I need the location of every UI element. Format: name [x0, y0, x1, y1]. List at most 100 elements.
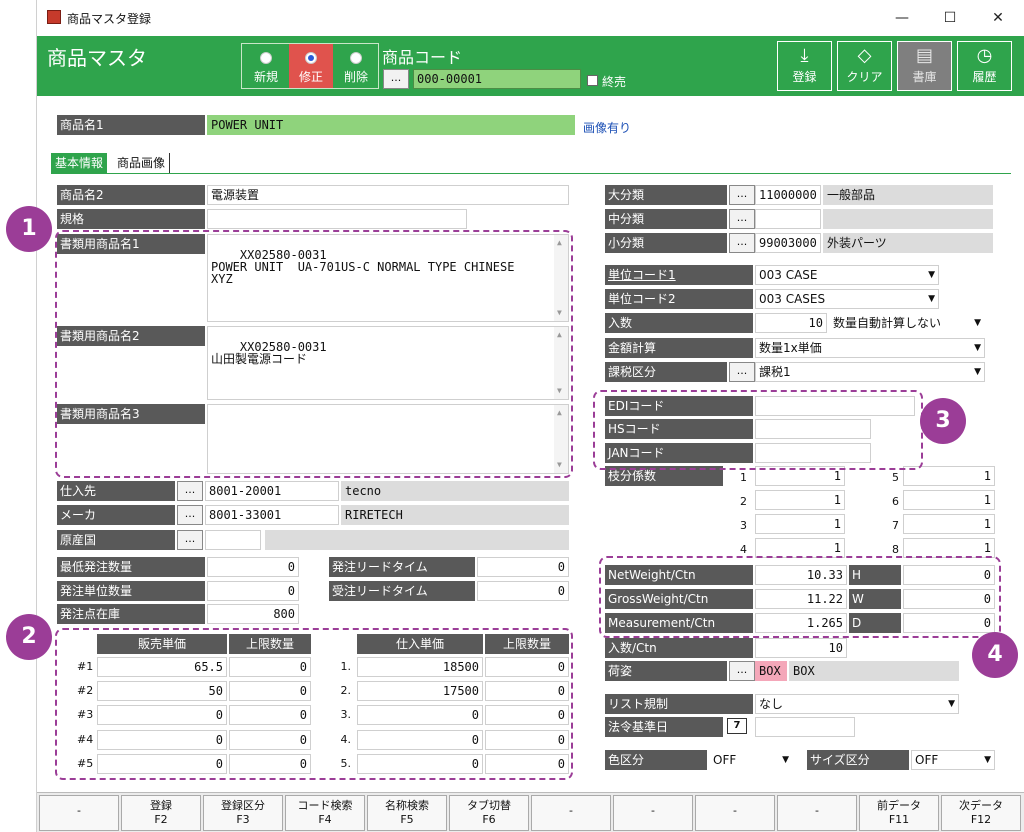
- branch-input[interactable]: 1: [755, 490, 845, 510]
- minimize-button[interactable]: —: [879, 6, 925, 30]
- middle-category-lookup-button[interactable]: ...: [729, 209, 755, 229]
- calendar-icon[interactable]: 7: [727, 718, 747, 734]
- product-code-lookup-button[interactable]: ...: [383, 69, 409, 89]
- chevron-down-icon: ▼: [984, 755, 991, 765]
- spec-input[interactable]: [207, 209, 467, 229]
- history-button[interactable]: ◷ 履歴: [957, 41, 1012, 91]
- chevron-down-icon: ▼: [974, 343, 981, 353]
- supplier-label: 仕入先: [57, 481, 175, 501]
- amount-calc-select[interactable]: 数量1x単価 ▼: [755, 338, 985, 358]
- annotation-box-2: [55, 628, 573, 780]
- fkey-f2[interactable]: 登録 F2: [121, 795, 201, 831]
- unit-code1-select[interactable]: 003 CASE ▼: [755, 265, 939, 285]
- fkey-f11[interactable]: 前データ F11: [859, 795, 939, 831]
- mode-delete[interactable]: 削除: [334, 44, 378, 88]
- fkey-f4[interactable]: コード検索 F4: [285, 795, 365, 831]
- branch-input[interactable]: 1: [903, 514, 995, 534]
- clear-button[interactable]: ◇ クリア: [837, 41, 892, 91]
- close-button[interactable]: ✕: [975, 6, 1021, 30]
- color-class-label: 色区分: [605, 750, 707, 770]
- image-available-link[interactable]: 画像有り: [583, 119, 631, 136]
- product-name1-input[interactable]: POWER UNIT: [207, 115, 575, 135]
- major-category-lookup-button[interactable]: ...: [729, 185, 755, 205]
- fkey-f6[interactable]: タブ切替 F6: [449, 795, 529, 831]
- radio-new[interactable]: [260, 52, 272, 64]
- product-name2-label: 商品名2: [57, 185, 205, 205]
- fkey-code: F12: [970, 813, 992, 826]
- reorder-point-input[interactable]: 800: [207, 604, 299, 624]
- packing-lookup-button[interactable]: ...: [729, 661, 755, 681]
- list-regulation-select[interactable]: なし ▼: [755, 694, 959, 714]
- auto-calc-select[interactable]: 数量自動計算しない ▼: [829, 313, 985, 333]
- quantity-input[interactable]: 10: [755, 313, 827, 333]
- product-name2-input[interactable]: 電源装置: [207, 185, 569, 205]
- branch-no: 8: [892, 543, 899, 556]
- supplier-lookup-button[interactable]: ...: [177, 481, 203, 501]
- annotation-badge-3: 3: [920, 398, 966, 444]
- radio-edit[interactable]: [305, 52, 317, 64]
- branch-no: 7: [892, 519, 899, 532]
- fkey-f3[interactable]: 登録区分 F3: [203, 795, 283, 831]
- register-button[interactable]: ⤓ 登録: [777, 41, 832, 91]
- discontinued-label: 終売: [602, 75, 627, 89]
- fkey-code: F4: [318, 813, 332, 826]
- middle-category-code[interactable]: [755, 209, 821, 229]
- color-class-select[interactable]: OFF ▼: [709, 750, 793, 770]
- branch-input[interactable]: 1: [755, 514, 845, 534]
- minor-category-lookup-button[interactable]: ...: [729, 233, 755, 253]
- maker-lookup-button[interactable]: ...: [177, 505, 203, 525]
- maker-code-input[interactable]: 8001-33001: [205, 505, 339, 525]
- origin-code-input[interactable]: [205, 530, 261, 550]
- fkey-f12[interactable]: 次データ F12: [941, 795, 1021, 831]
- fkey-f10[interactable]: -: [777, 795, 857, 831]
- radio-delete[interactable]: [350, 52, 362, 64]
- origin-name: [265, 530, 569, 550]
- chevron-down-icon: ▼: [974, 318, 981, 328]
- tax-class-select[interactable]: 課税1 ▼: [755, 362, 985, 382]
- supplier-code-input[interactable]: 8001-20001: [205, 481, 339, 501]
- unit-code2-value: 003 CASES: [759, 292, 826, 306]
- archive-button[interactable]: ▤ 書庫: [897, 41, 952, 91]
- min-order-label: 最低発注数量: [57, 557, 205, 577]
- mode-edit[interactable]: 修正: [289, 44, 333, 88]
- origin-lookup-button[interactable]: ...: [177, 530, 203, 550]
- chevron-down-icon: ▼: [928, 294, 935, 304]
- size-class-select[interactable]: OFF ▼: [911, 750, 995, 770]
- mode-new[interactable]: 新規: [244, 44, 288, 88]
- tab-basic-info[interactable]: 基本情報: [51, 153, 108, 173]
- qty-per-ctn-label: 入数/Ctn: [605, 638, 753, 658]
- branch-input[interactable]: 1: [903, 490, 995, 510]
- maximize-button[interactable]: ☐: [927, 6, 973, 30]
- chevron-down-icon: ▼: [948, 699, 955, 709]
- branch-no: 4: [740, 543, 747, 556]
- fkey-label: 前データ: [877, 799, 921, 812]
- fkey-f5[interactable]: 名称検索 F5: [367, 795, 447, 831]
- fkey-f7[interactable]: -: [531, 795, 611, 831]
- law-date-label: 法令基準日: [605, 717, 723, 737]
- fkey-label: タブ切替: [467, 799, 511, 812]
- product-code-input[interactable]: 000-00001: [413, 69, 581, 89]
- receive-lead-input[interactable]: 0: [477, 581, 569, 601]
- register-button-label: 登録: [792, 70, 817, 84]
- tax-class-lookup-button[interactable]: ...: [729, 362, 755, 382]
- unit-code2-select[interactable]: 003 CASES ▼: [755, 289, 939, 309]
- min-order-input[interactable]: 0: [207, 557, 299, 577]
- packing-code-input[interactable]: BOX: [755, 661, 787, 681]
- fkey-f8[interactable]: -: [613, 795, 693, 831]
- qty-per-ctn-input[interactable]: 10: [755, 638, 847, 658]
- mode-delete-label: 削除: [343, 70, 368, 84]
- branch-input[interactable]: 1: [903, 538, 995, 558]
- eraser-icon: ◇: [857, 45, 872, 66]
- tab-product-image[interactable]: 商品画像: [113, 153, 171, 173]
- fkey-f1[interactable]: -: [39, 795, 119, 831]
- unit-code1-link[interactable]: 単位コード1: [608, 268, 676, 282]
- law-date-input[interactable]: [755, 717, 855, 737]
- fkey-f9[interactable]: -: [695, 795, 775, 831]
- chevron-down-icon: ▼: [928, 270, 935, 280]
- branch-input[interactable]: 1: [755, 538, 845, 558]
- order-lead-input[interactable]: 0: [477, 557, 569, 577]
- discontinued-checkbox[interactable]: [587, 75, 598, 86]
- major-category-code[interactable]: 11000000: [755, 185, 821, 205]
- order-unit-input[interactable]: 0: [207, 581, 299, 601]
- minor-category-code[interactable]: 99003000: [755, 233, 821, 253]
